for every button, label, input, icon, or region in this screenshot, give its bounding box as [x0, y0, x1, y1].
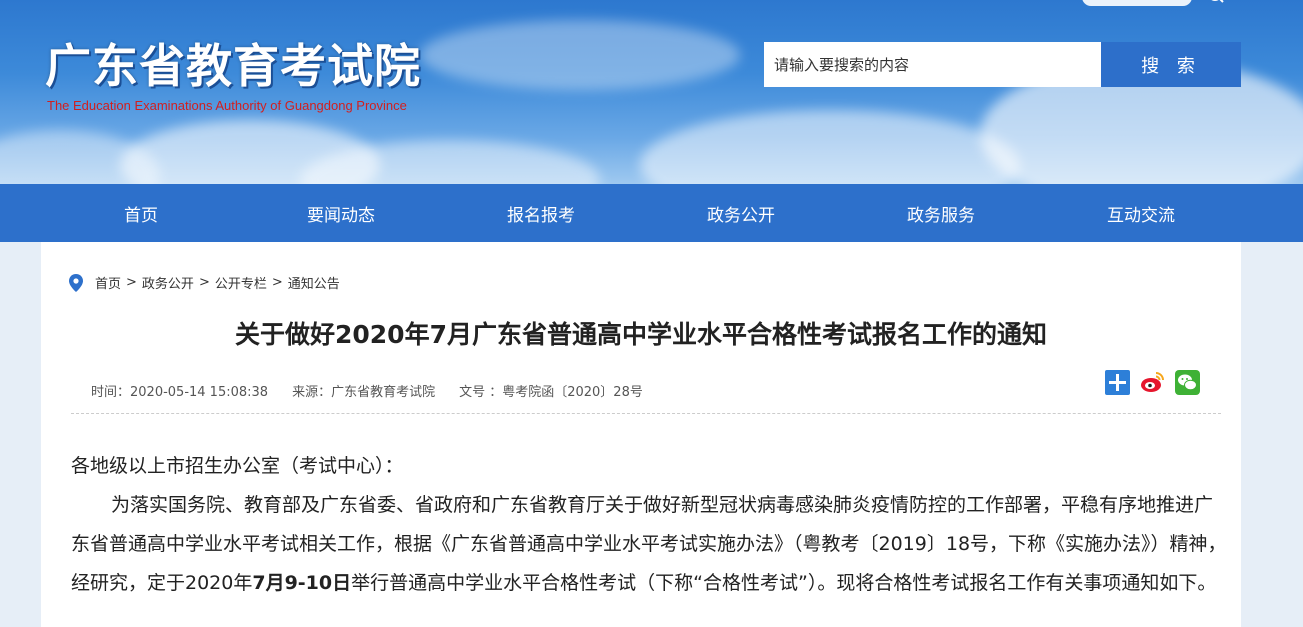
cloud-decoration [0, 130, 160, 184]
wechat-icon[interactable] [1175, 370, 1200, 395]
paragraph-text: 举行普通高中学业水平合格性考试（下称“合格性考试”）。现将合格性考试报名工作有关… [351, 572, 1217, 594]
site-logo-subtitle: The Education Examinations Authority of … [47, 98, 407, 113]
site-header: 广东省教育考试院 The Education Examinations Auth… [0, 0, 1303, 184]
nav-item-interaction[interactable]: 互动交流 [1041, 184, 1241, 242]
site-logo-title[interactable]: 广东省教育考试院 [45, 30, 421, 96]
breadcrumb-government-affairs[interactable]: 政务公开 [142, 273, 194, 292]
breadcrumb-home[interactable]: 首页 [95, 273, 121, 292]
nav-item-government-affairs[interactable]: 政务公开 [641, 184, 841, 242]
top-language-pill[interactable] [1082, 0, 1192, 6]
breadcrumb: 首页 > 政务公开 > 公开专栏 > 通知公告 [69, 273, 340, 292]
article-body: 各地级以上市招生办公室（考试中心）： 为落实国务院、教育部及广东省委、省政府和广… [71, 447, 1231, 603]
nav-item-home[interactable]: 首页 [41, 184, 241, 242]
cloud-decoration [640, 110, 1020, 184]
weibo-icon[interactable] [1140, 370, 1165, 395]
article-salutation: 各地级以上市招生办公室（考试中心）： [71, 455, 404, 477]
breadcrumb-separator: > [126, 275, 137, 290]
search-icon[interactable] [1207, 0, 1227, 6]
share-bar [1105, 370, 1200, 395]
cloud-decoration [420, 20, 740, 90]
meta-divider [71, 413, 1221, 414]
article-meta: 时间：2020-05-14 15:08:38 来源：广东省教育考试院 文号 ：粤… [91, 381, 643, 400]
document-number: 文号 ：粤考院函〔2020〕28号 [459, 385, 643, 400]
breadcrumb-notices[interactable]: 通知公告 [288, 273, 340, 292]
search-input[interactable] [764, 42, 1102, 87]
article-source: 来源：广东省教育考试院 [292, 385, 436, 400]
nav-item-news[interactable]: 要闻动态 [241, 184, 441, 242]
article-panel: 首页 > 政务公开 > 公开专栏 > 通知公告 关于做好2020年7月广东省普通… [41, 242, 1241, 627]
main-nav: 首页 要闻动态 报名报考 政务公开 政务服务 互动交流 [0, 184, 1303, 242]
breadcrumb-separator: > [198, 275, 210, 290]
nav-item-government-services[interactable]: 政务服务 [841, 184, 1041, 242]
article-paragraph: 为落实国务院、教育部及广东省委、省政府和广东省教育厅关于做好新型冠状病毒感染肺炎… [71, 486, 1231, 603]
breadcrumb-separator: > [271, 275, 283, 290]
search-button[interactable]: 搜 索 [1101, 42, 1241, 87]
article-title: 关于做好2020年7月广东省普通高中学业水平合格性考试报名工作的通知 [235, 320, 1047, 349]
publish-time: 时间：2020-05-14 15:08:38 [91, 385, 269, 400]
exam-date-highlight: 7月9-10日 [252, 572, 352, 594]
breadcrumb-public-column[interactable]: 公开专栏 [215, 273, 267, 292]
share-plus-icon[interactable] [1105, 370, 1130, 395]
nav-item-registration[interactable]: 报名报考 [441, 184, 641, 242]
location-pin-icon [69, 273, 83, 292]
